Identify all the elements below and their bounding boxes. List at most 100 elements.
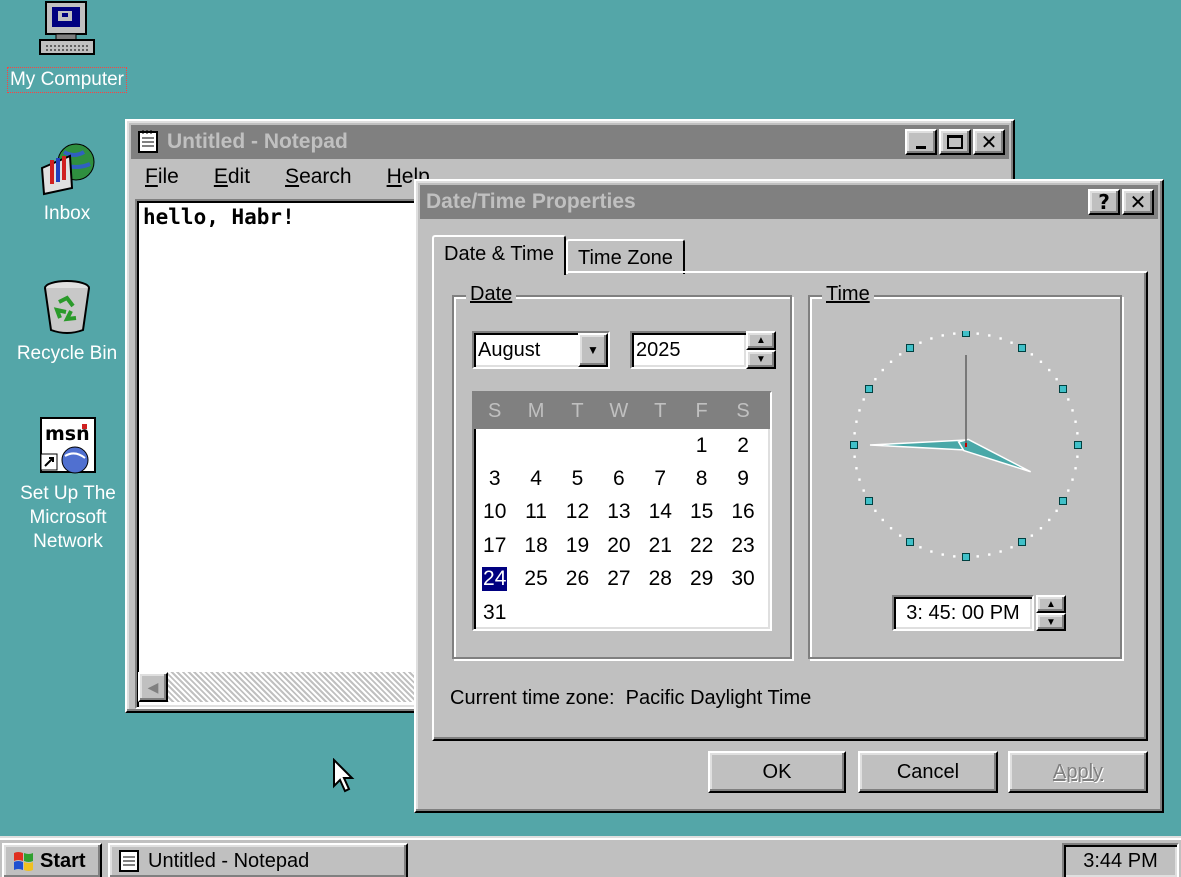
ok-button[interactable]: OK [708,751,846,793]
calendar-day-number: 8 [695,467,708,491]
desktop-icon-label: Recycle Bin [16,343,118,364]
calendar-day[interactable]: 17 [474,534,515,558]
desktop-icon-my-computer[interactable]: My Computer [6,0,128,93]
system-tray-clock[interactable]: 3:44 PM [1062,843,1179,877]
calendar-day[interactable]: 6 [598,467,639,491]
calendar-day[interactable]: 1 [681,434,722,458]
calendar-day-number: 14 [648,500,672,524]
datetime-dialog[interactable]: Date/Time Properties ? ✕ Date & Time Tim… [414,179,1164,813]
desktop-icon-label-line: Set Up The [20,483,116,504]
notepad-icon [138,130,158,153]
clock-minute-dot [953,555,956,558]
clock-minute-dot [1067,489,1070,492]
clock-minute-dot [1071,478,1074,481]
dialog-titlebar[interactable]: Date/Time Properties ? ✕ [420,185,1158,219]
clock-hour-marker [1074,441,1082,449]
calendar-day[interactable]: 30 [722,567,763,591]
clock-minute-dot [874,509,877,513]
calendar-day[interactable]: 25 [515,567,556,591]
notepad-text-area[interactable]: hello, Habr! [135,199,435,709]
clock-hour-marker [1018,537,1026,546]
calendar-day[interactable]: 16 [722,500,763,524]
time-up-button[interactable]: ▲ [1036,595,1066,613]
tab-time-zone[interactable]: Time Zone [566,239,685,274]
calendar-day[interactable]: 15 [681,500,722,524]
calendar[interactable]: SMTWTFS 1 2 3 4 5 6 7 8 9 10 11 12 13 14 15 16 17 18 19 20 2… [472,391,772,631]
calendar-day[interactable]: 3 [474,467,515,491]
minimize-button[interactable] [905,129,937,155]
start-button[interactable]: Start [2,843,102,877]
time-down-button[interactable]: ▼ [1036,613,1066,631]
menu-search[interactable]: Search [277,165,352,195]
close-icon: ✕ [1129,190,1147,214]
calendar-day-number: 25 [524,567,548,591]
apply-button[interactable]: Apply [1008,751,1148,793]
calendar-day[interactable]: 18 [515,534,556,558]
menu-file[interactable]: File [137,165,179,195]
menu-file-rest: ile [157,165,179,188]
help-button[interactable]: ? [1088,189,1120,215]
year-spinner[interactable]: ▲ ▼ [746,331,776,369]
clock-minute-dot [1030,534,1034,537]
desktop-icon-recycle-bin[interactable]: Recycle Bin [8,278,126,366]
close-button[interactable]: ✕ [973,129,1005,155]
calendar-day[interactable]: 28 [640,567,681,591]
dialog-close-button[interactable]: ✕ [1122,189,1154,215]
menu-edit[interactable]: Edit [206,165,250,195]
calendar-day[interactable]: 5 [557,467,598,491]
time-input[interactable]: 3: 45: 00 PM [892,595,1034,631]
weekday-label: T [654,399,667,422]
cancel-button[interactable]: Cancel [858,751,998,793]
calendar-day-number: 30 [731,567,755,591]
calendar-day-number: 22 [689,533,714,557]
calendar-day[interactable]: 4 [515,467,556,491]
calendar-day[interactable]: 22 [681,534,722,558]
clock-minute-dot [941,334,944,337]
taskbar-item-notepad[interactable]: Untitled - Notepad [108,843,408,877]
calendar-day[interactable]: 9 [722,467,763,491]
calendar-day[interactable]: 29 [681,567,722,591]
horizontal-scrollbar[interactable]: ◀ [138,672,418,702]
calendar-day-selected[interactable]: 24 [474,567,515,592]
time-group-label-text: Time [826,283,870,305]
calendar-weekday-header: SMTWTFS [474,393,770,429]
calendar-day[interactable]: 14 [640,500,681,524]
clock-minute-dot [930,550,933,553]
menu-edit-rest: dit [227,165,251,188]
calendar-day[interactable]: 20 [598,534,639,558]
desktop-icon-msn[interactable]: msn Set Up The Microsoft Network [8,416,128,554]
maximize-button[interactable] [939,129,971,155]
calendar-day[interactable]: 10 [474,500,515,524]
calendar-day[interactable]: 21 [640,534,681,558]
year-input[interactable]: 2025 [630,331,748,369]
calendar-day[interactable]: 26 [557,567,598,591]
calendar-day[interactable]: 13 [598,500,639,524]
clock-minute-dot [1067,398,1070,401]
calendar-day[interactable]: 19 [557,534,598,558]
close-icon: ✕ [980,130,998,154]
tab-date-time[interactable]: Date & Time [432,235,567,275]
calendar-day[interactable]: 7 [640,467,681,491]
clock-minute-dot [1055,509,1058,513]
calendar-day[interactable]: 31 [474,601,515,625]
month-dropdown-button[interactable]: ▼ [578,333,608,367]
calendar-day-number: 27 [607,567,631,591]
desktop-icon-inbox[interactable]: Inbox [10,138,124,226]
year-up-button[interactable]: ▲ [746,331,776,350]
year-down-button[interactable]: ▼ [746,350,776,369]
weekday-label: S [488,399,502,422]
calendar-day[interactable]: 2 [722,434,763,458]
scroll-left-button[interactable]: ◀ [138,672,168,702]
calendar-day[interactable]: 8 [681,467,722,491]
month-select[interactable]: August ▼ [472,331,610,369]
time-spinner[interactable]: ▲ ▼ [1036,595,1066,631]
calendar-day[interactable]: 11 [515,500,556,524]
calendar-day[interactable]: 27 [598,567,639,591]
clock-minute-dot [898,534,902,537]
calendar-day[interactable]: 12 [557,500,598,524]
clock-minute-dot [976,555,979,558]
clock-minute-dot [1071,409,1074,412]
calendar-day[interactable]: 23 [722,534,763,558]
notepad-titlebar[interactable]: Untitled - Notepad ✕ [131,125,1009,159]
notepad-content: hello, Habr! [143,205,295,229]
